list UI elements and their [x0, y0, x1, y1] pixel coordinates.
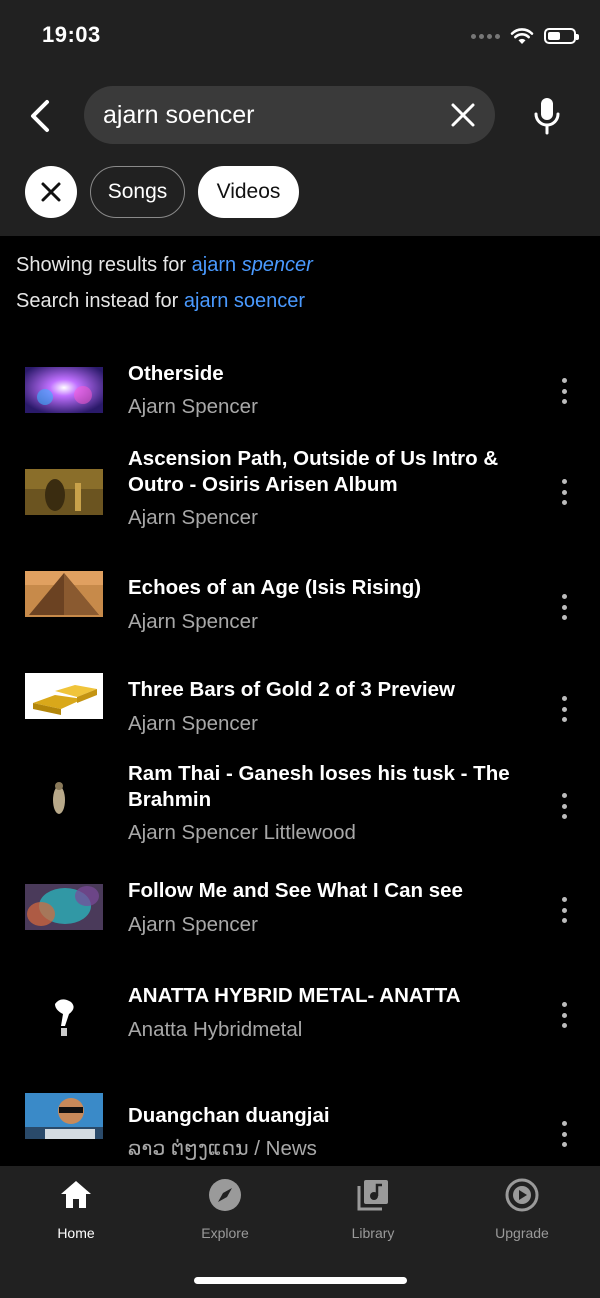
list-item[interactable]: Three Bars of Gold 2 of 3 Preview Ajarn … — [0, 656, 600, 747]
result-title: Three Bars of Gold 2 of 3 Preview — [128, 678, 455, 701]
more-options-icon[interactable] — [556, 793, 572, 819]
nav-home[interactable]: Home — [21, 1178, 131, 1241]
nav-explore-label: Explore — [201, 1225, 249, 1241]
results-list: Otherside Ajarn Spencer Ascension Path, … — [0, 342, 600, 1172]
list-item[interactable]: Ascension Path, Outside of Us Intro & Ou… — [0, 439, 600, 554]
home-icon — [61, 1181, 91, 1208]
nav-library-label: Library — [351, 1225, 395, 1241]
result-artist: Ajarn Spencer — [128, 395, 258, 418]
thumbnail — [25, 673, 103, 719]
battery-icon — [544, 28, 579, 44]
search-query[interactable]: ajarn soencer — [103, 86, 254, 144]
result-artist: ລາວ ຕ່ໆງແດນ / News — [128, 1137, 317, 1160]
wifi-icon — [510, 28, 534, 44]
home-indicator[interactable] — [194, 1277, 407, 1284]
more-options-icon[interactable] — [556, 1002, 572, 1028]
showing-prefix: Showing results for — [16, 254, 187, 276]
more-options-icon[interactable] — [556, 594, 572, 620]
list-item[interactable]: ANATTA HYBRID METAL- ANATTA Anatta Hybri… — [0, 964, 600, 1068]
thumbnail — [25, 778, 103, 824]
close-icon — [41, 182, 61, 202]
result-title: Duangchan duangjai — [128, 1104, 330, 1127]
result-title: Echoes of an Age (Isis Rising) — [128, 576, 422, 599]
result-artist: Ajarn Spencer — [128, 506, 258, 529]
clear-filters-button[interactable] — [25, 166, 77, 218]
more-options-icon[interactable] — [556, 378, 572, 404]
thumbnail — [25, 367, 103, 413]
microphone-icon[interactable] — [530, 96, 564, 136]
top-bar: 19:03 ajarn soencer Songs Videos — [0, 0, 600, 236]
result-title: Follow Me and See What I Can see — [128, 879, 463, 902]
thumbnail — [25, 996, 103, 1042]
list-item[interactable]: Follow Me and See What I Can see Ajarn S… — [0, 864, 600, 964]
result-title: Otherside — [128, 362, 224, 385]
upgrade-icon — [505, 1178, 539, 1212]
more-options-icon[interactable] — [556, 897, 572, 923]
result-artist: Ajarn Spencer — [128, 610, 258, 633]
nav-upgrade[interactable]: Upgrade — [467, 1178, 577, 1241]
corrected-query-emphasis: spencer — [241, 254, 313, 276]
result-artist: Ajarn Spencer — [128, 712, 258, 735]
search-input[interactable]: ajarn soencer — [84, 86, 495, 144]
nav-explore[interactable]: Explore — [170, 1178, 280, 1241]
result-title: ANATTA HYBRID METAL- ANATTA — [128, 984, 461, 1007]
more-options-icon[interactable] — [556, 696, 572, 722]
more-options-icon[interactable] — [556, 1121, 572, 1147]
chip-songs[interactable]: Songs — [90, 166, 185, 218]
result-artist: Ajarn Spencer — [128, 913, 258, 936]
library-icon — [357, 1180, 388, 1211]
corrected-query-link[interactable]: ajarn spencer — [192, 254, 313, 276]
list-item[interactable]: Otherside Ajarn Spencer — [0, 342, 600, 439]
nav-upgrade-label: Upgrade — [495, 1225, 549, 1241]
instead-prefix: Search instead for — [16, 290, 179, 312]
status-time: 19:03 — [42, 22, 101, 47]
result-artist: Anatta Hybridmetal — [128, 1018, 303, 1041]
thumbnail — [25, 884, 103, 930]
nav-library[interactable]: Library — [318, 1178, 428, 1241]
original-query-link[interactable]: ajarn soencer — [184, 290, 305, 312]
list-item[interactable]: Duangchan duangjai ລາວ ຕ່ໆງແດນ / News — [0, 1068, 600, 1172]
result-title: Ascension Path, Outside of Us Intro & Ou… — [128, 447, 499, 496]
more-options-icon[interactable] — [556, 479, 572, 505]
result-artist: Ajarn Spencer Littlewood — [128, 821, 356, 844]
list-item[interactable]: Ram Thai - Ganesh loses his tusk - The B… — [0, 747, 600, 864]
chip-videos[interactable]: Videos — [198, 166, 299, 218]
back-button[interactable] — [20, 96, 60, 136]
list-item[interactable]: Echoes of an Age (Isis Rising) Ajarn Spe… — [0, 554, 600, 656]
corrected-query-plain: ajarn — [191, 254, 237, 276]
thumbnail — [25, 571, 103, 617]
showing-results-line: Showing results for ajarn spencer — [16, 254, 313, 277]
nav-home-label: Home — [57, 1225, 95, 1241]
thumbnail — [25, 469, 103, 515]
thumbnail — [25, 1093, 103, 1139]
search-instead-line: Search instead for ajarn soencer — [16, 290, 305, 313]
status-icons — [471, 24, 579, 48]
result-title: Ram Thai - Ganesh loses his tusk - The B… — [128, 762, 510, 811]
clear-search-icon[interactable] — [449, 101, 477, 129]
back-arrow-icon — [31, 100, 49, 132]
compass-icon — [209, 1179, 241, 1211]
signal-icon — [471, 33, 500, 39]
